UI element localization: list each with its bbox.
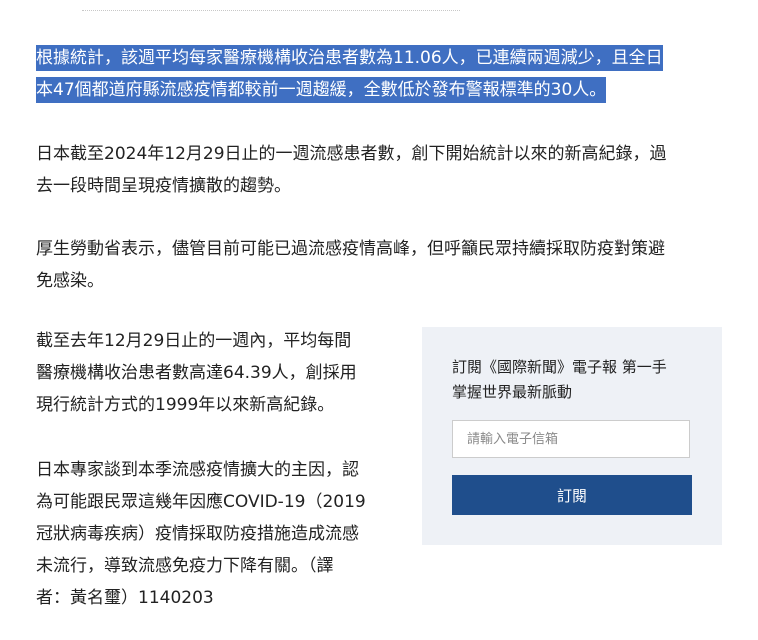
paragraph-line: 本47個都道府縣流感疫情都較前一週趨緩，全數低於發布警報標準的30人。 [36, 77, 607, 103]
email-input[interactable] [452, 420, 690, 458]
paragraph-line: 冠狀病毒疾病）疫情採取防疫措施造成流感 [36, 524, 359, 544]
newsletter-signup-box: 訂閱《國際新聞》電子報 第一手 掌握世界最新脈動 訂閱 [422, 327, 722, 545]
promo-line: 掌握世界最新脈動 [452, 383, 573, 401]
paragraph-line: 日本專家談到本季流感疫情擴大的主因，認 [36, 460, 359, 480]
paragraph-line: 厚生勞動省表示，儘管目前可能已過流感疫情高峰，但呼籲民眾持續採取防疫對策避 [36, 239, 665, 259]
top-divider [82, 10, 460, 11]
paragraph-line: 日本截至2024年12月29日止的一週流感患者數，創下開始統計以來的新高紀錄，過 [36, 144, 667, 164]
paragraph-line: 者：黃名璽）1140203 [36, 588, 214, 608]
promo-line: 訂閱《國際新聞》電子報 第一手 [452, 358, 667, 376]
article-paragraph: 厚生勞動省表示，儘管目前可能已過流感疫情高峰，但呼籲民眾持續採取防疫對策避 免感… [36, 233, 726, 297]
paragraph-line: 根據統計，該週平均每家醫療機構收治患者數為11.06人，已連續兩週減少，且全日 [36, 45, 663, 71]
newsletter-promo-text: 訂閱《國際新聞》電子報 第一手 掌握世界最新脈動 [452, 355, 696, 405]
paragraph-line: 醫療機構收治患者數高達64.39人，創採用 [36, 363, 357, 383]
paragraph-line: 現行統計方式的1999年以來新高紀錄。 [36, 395, 335, 415]
article-paragraph: 日本截至2024年12月29日止的一週流感患者數，創下開始統計以來的新高紀錄，過… [36, 138, 726, 202]
article-paragraph: 截至去年12月29日止的一週內，平均每間 醫療機構收治患者數高達64.39人，創… [36, 325, 406, 421]
article-paragraph: 日本專家談到本季流感疫情擴大的主因，認 為可能跟民眾這幾年因應COVID-19（… [36, 454, 406, 614]
article-paragraph-highlighted: 根據統計，該週平均每家醫療機構收治患者數為11.06人，已連續兩週減少，且全日 … [36, 42, 726, 106]
paragraph-line: 截至去年12月29日止的一週內，平均每間 [36, 331, 352, 351]
paragraph-line: 去一段時間呈現疫情擴散的趨勢。 [36, 176, 291, 196]
paragraph-line: 為可能跟民眾這幾年因應COVID-19（2019 [36, 492, 366, 512]
paragraph-line: 未流行，導致流感免疫力下降有關。（譯 [36, 556, 334, 576]
paragraph-line: 免感染。 [36, 271, 104, 291]
subscribe-button[interactable]: 訂閱 [452, 475, 692, 515]
